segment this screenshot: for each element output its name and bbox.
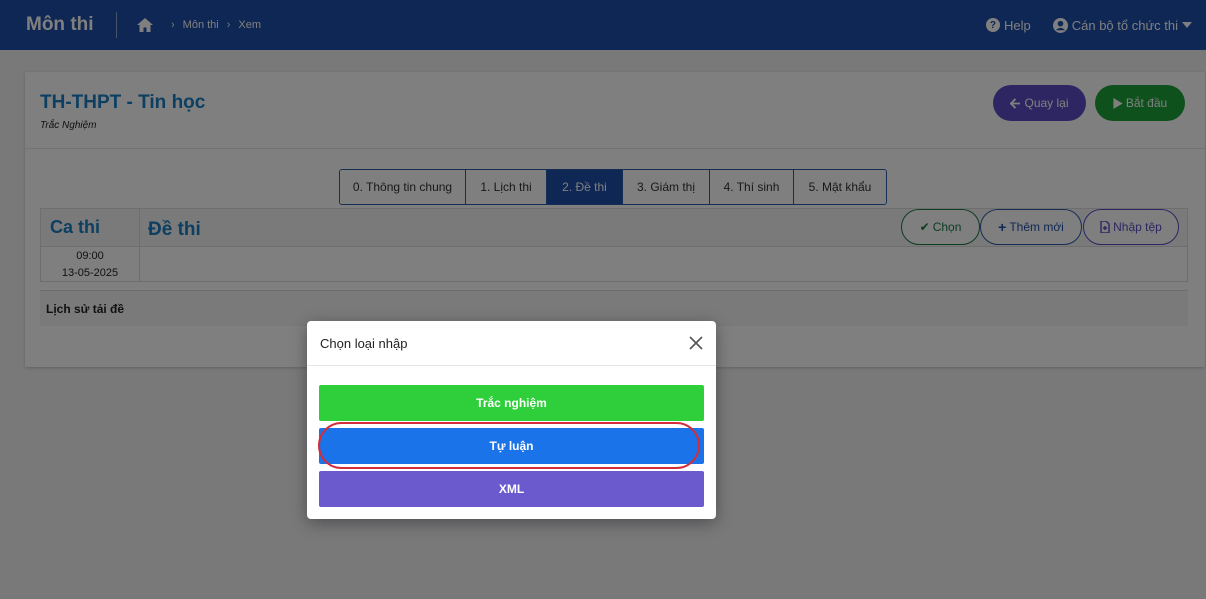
modal-title: Chọn loại nhập	[320, 336, 408, 351]
multiple-choice-button[interactable]: Trắc nghiệm	[319, 385, 704, 421]
import-type-modal: Chọn loại nhập Trắc nghiệm Tự luận XML	[307, 321, 716, 519]
modal-header: Chọn loại nhập	[307, 321, 716, 366]
xml-button[interactable]: XML	[319, 471, 704, 507]
close-icon[interactable]	[686, 333, 706, 353]
essay-button[interactable]: Tự luận	[319, 428, 704, 464]
